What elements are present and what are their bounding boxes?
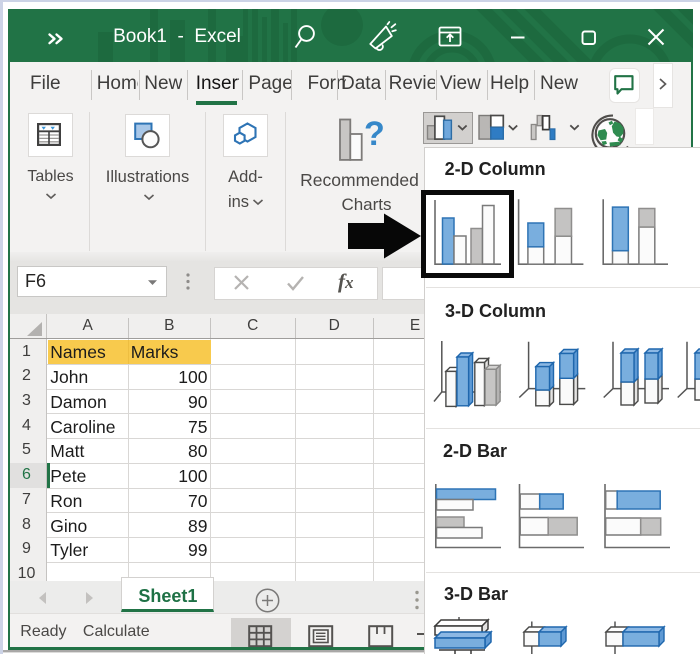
- svg-text:?: ?: [364, 118, 385, 153]
